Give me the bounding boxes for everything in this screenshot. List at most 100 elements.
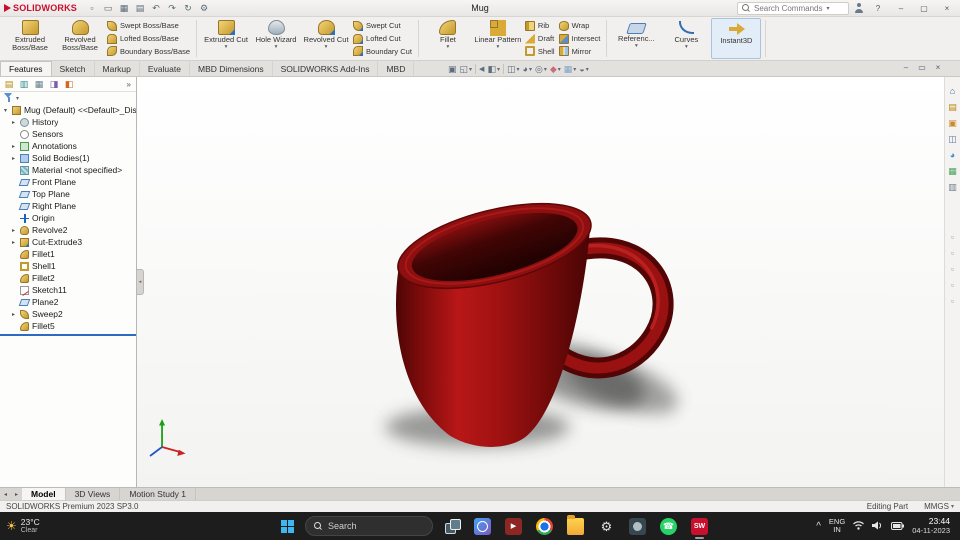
reference-geometry-button[interactable]: Referenc... ▾: [611, 18, 661, 59]
extruded-boss-base-button[interactable]: Extruded Boss/Base: [5, 18, 55, 59]
expand-arrow-icon[interactable]: ▸: [10, 239, 17, 246]
chevron-down-icon[interactable]: ▾: [826, 5, 829, 12]
feature-tree-item[interactable]: Top Plane: [0, 188, 136, 200]
tab-scroll-left-icon[interactable]: ◂: [0, 488, 11, 500]
minimize-button[interactable]: –: [892, 1, 910, 16]
ribbon-tab[interactable]: SOLIDWORKS Add-Ins: [273, 61, 379, 76]
view-settings-icon[interactable]: ▾: [579, 64, 589, 74]
mirror-button[interactable]: Mirror: [558, 45, 601, 57]
feature-tree-item[interactable]: ▸ Revolve2: [0, 224, 136, 236]
search-commands-box[interactable]: Search Commands ▾: [737, 1, 849, 15]
scenes-icon[interactable]: [947, 165, 959, 177]
language-indicator[interactable]: ENG IN: [829, 518, 845, 534]
file-explorer-icon[interactable]: [947, 117, 959, 129]
ribbon-tab[interactable]: MBD: [378, 61, 415, 76]
sep-icon[interactable]: ▾: [502, 64, 504, 74]
feature-tree-item[interactable]: Sketch11: [0, 284, 136, 296]
extruded-cut-button[interactable]: Extruded Cut ▾: [201, 18, 251, 59]
expand-arrow-icon[interactable]: ▸: [10, 119, 17, 126]
feature-tree-item[interactable]: Origin: [0, 212, 136, 224]
feature-tree-item[interactable]: Fillet5: [0, 320, 136, 332]
tray-chevron-icon[interactable]: ^: [816, 521, 821, 532]
taskbar-app-button[interactable]: [688, 514, 711, 539]
display-style-icon[interactable]: ▾: [523, 64, 532, 74]
expand-arrow-icon[interactable]: ▸: [10, 311, 17, 318]
units-selector[interactable]: MMGS ▾: [924, 502, 954, 511]
weather-widget[interactable]: ☀ 23°C Clear: [6, 517, 40, 535]
view-orientation-icon[interactable]: ▾: [507, 64, 519, 75]
expand-arrow-icon[interactable]: ▾: [2, 107, 9, 114]
ribbon-tab[interactable]: Sketch: [52, 61, 95, 76]
shell-button[interactable]: Shell: [524, 45, 555, 57]
doc-restore-button[interactable]: ▭: [916, 63, 928, 72]
taskbar-app-button[interactable]: [595, 514, 618, 539]
appearances-icon[interactable]: [947, 149, 959, 161]
hole-wizard-button[interactable]: Hole Wizard ▾: [251, 18, 301, 59]
rib-button[interactable]: Rib: [524, 20, 555, 32]
propertymanager-icon[interactable]: [18, 78, 30, 90]
doc-minimize-button[interactable]: –: [900, 63, 912, 72]
linear-pattern-button[interactable]: Linear Pattern ▾: [473, 18, 523, 59]
volume-icon[interactable]: [872, 517, 883, 535]
boundary-boss-base-button[interactable]: Boundary Boss/Base: [107, 45, 190, 57]
taskbar-search-box[interactable]: Search: [305, 516, 433, 536]
displaymanager-icon[interactable]: [63, 78, 75, 90]
doc-close-button[interactable]: ×: [932, 63, 944, 72]
sep-icon[interactable]: ▾: [475, 64, 477, 74]
tool-icon[interactable]: [947, 247, 959, 259]
feature-tree-item[interactable]: Shell1: [0, 260, 136, 272]
document-tab[interactable]: 3D Views: [66, 488, 121, 500]
lofted-boss-base-button[interactable]: Lofted Boss/Base: [107, 33, 190, 45]
feature-tree-item[interactable]: Front Plane: [0, 176, 136, 188]
panel-overflow-chevron[interactable]: »: [127, 80, 133, 89]
user-icon[interactable]: [854, 3, 864, 13]
section-view-icon[interactable]: ▾: [487, 64, 500, 75]
ribbon-tab[interactable]: Markup: [95, 61, 140, 76]
tool-icon[interactable]: [947, 295, 959, 307]
custom-properties-icon[interactable]: [947, 181, 959, 193]
taskbar-app-button[interactable]: [564, 514, 587, 539]
taskbar-app-button[interactable]: [471, 514, 494, 539]
maximize-button[interactable]: ▢: [915, 1, 933, 16]
feature-tree-item[interactable]: ▸ Sweep2: [0, 308, 136, 320]
revolved-cut-button[interactable]: Revolved Cut ▾: [301, 18, 351, 59]
feature-tree-item[interactable]: Material <not specified>: [0, 164, 136, 176]
previous-view-icon[interactable]: ▾: [479, 65, 484, 73]
home-icon[interactable]: [947, 85, 959, 97]
feature-tree-item[interactable]: ▸ Solid Bodies(1): [0, 152, 136, 164]
taskbar-app-button[interactable]: [533, 514, 556, 539]
document-tab[interactable]: Motion Study 1: [120, 488, 197, 500]
boundary-cut-button[interactable]: Boundary Cut: [353, 45, 412, 57]
start-button[interactable]: [276, 515, 298, 537]
close-button[interactable]: ×: [938, 1, 956, 16]
draft-button[interactable]: Draft: [524, 33, 555, 45]
view-palette-icon[interactable]: [947, 133, 959, 145]
tool-icon[interactable]: [947, 263, 959, 275]
tool-icon[interactable]: [947, 279, 959, 291]
clock-widget[interactable]: 23:44 04-11-2023: [912, 516, 950, 536]
chevron-down-icon[interactable]: ▾: [16, 95, 19, 102]
intersect-button[interactable]: Intersect: [558, 33, 600, 45]
feature-tree-item[interactable]: ▸ Cut-Extrude3: [0, 236, 136, 248]
feature-tree-item[interactable]: ▸ History: [0, 116, 136, 128]
dimxpertmanager-icon[interactable]: [48, 78, 60, 90]
taskbar-app-button[interactable]: [502, 514, 525, 539]
instant3d-button[interactable]: Instant3D: [711, 18, 762, 59]
lofted-cut-button[interactable]: Lofted Cut: [353, 33, 412, 45]
swept-cut-button[interactable]: Swept Cut: [353, 20, 412, 32]
expand-arrow-icon[interactable]: ▸: [10, 227, 17, 234]
configurationmanager-icon[interactable]: [33, 78, 45, 90]
zoom-fit-icon[interactable]: ▾: [448, 64, 457, 75]
feature-tree-item[interactable]: Plane2: [0, 296, 136, 308]
feature-tree-item[interactable]: Fillet1: [0, 248, 136, 260]
featuremanager-icon[interactable]: [3, 78, 15, 90]
zoom-area-icon[interactable]: ▾: [460, 64, 472, 75]
ribbon-tab[interactable]: MBD Dimensions: [190, 61, 273, 76]
feature-tree-item[interactable]: Sensors: [0, 128, 136, 140]
edit-appearance-icon[interactable]: ▾: [550, 64, 561, 75]
ribbon-tab[interactable]: Evaluate: [140, 61, 190, 76]
feature-tree-item[interactable]: Right Plane: [0, 200, 136, 212]
feature-tree-item[interactable]: ▸ Annotations: [0, 140, 136, 152]
apply-scene-icon[interactable]: ▾: [564, 64, 576, 75]
taskbar-app-button[interactable]: [626, 514, 649, 539]
